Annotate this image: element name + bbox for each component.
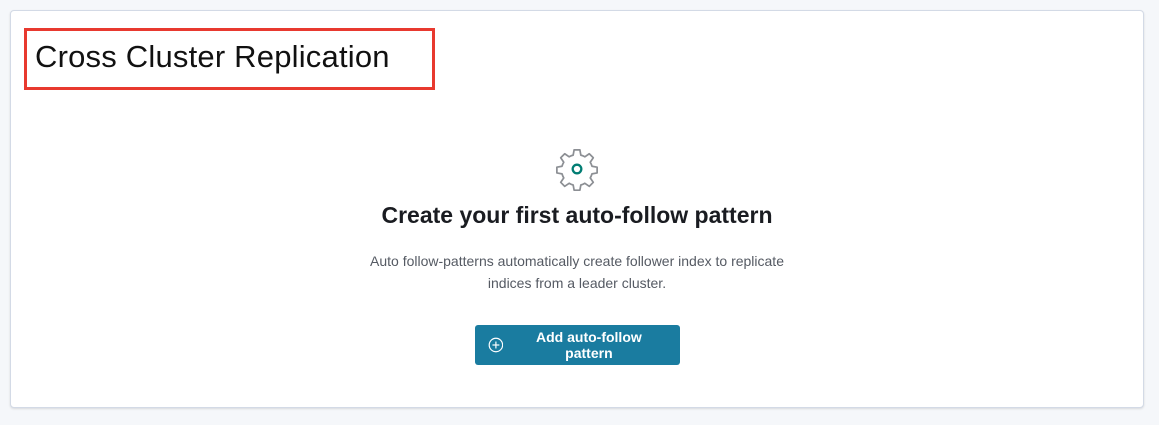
empty-state-title: Create your first auto-follow pattern — [381, 202, 773, 228]
page-title: Cross Cluster Replication — [35, 39, 390, 74]
main-panel: Cross Cluster Replication Create your fi… — [10, 10, 1144, 408]
plus-circle-icon — [488, 337, 503, 353]
add-auto-follow-pattern-button[interactable]: Add auto-follow pattern — [474, 325, 680, 365]
add-auto-follow-pattern-label: Add auto-follow pattern — [536, 329, 642, 361]
empty-state-description: Auto follow-patterns automatically creat… — [370, 253, 784, 291]
gear-icon — [556, 148, 598, 192]
empty-state: Create your first auto-follow pattern Au… — [11, 146, 1143, 365]
